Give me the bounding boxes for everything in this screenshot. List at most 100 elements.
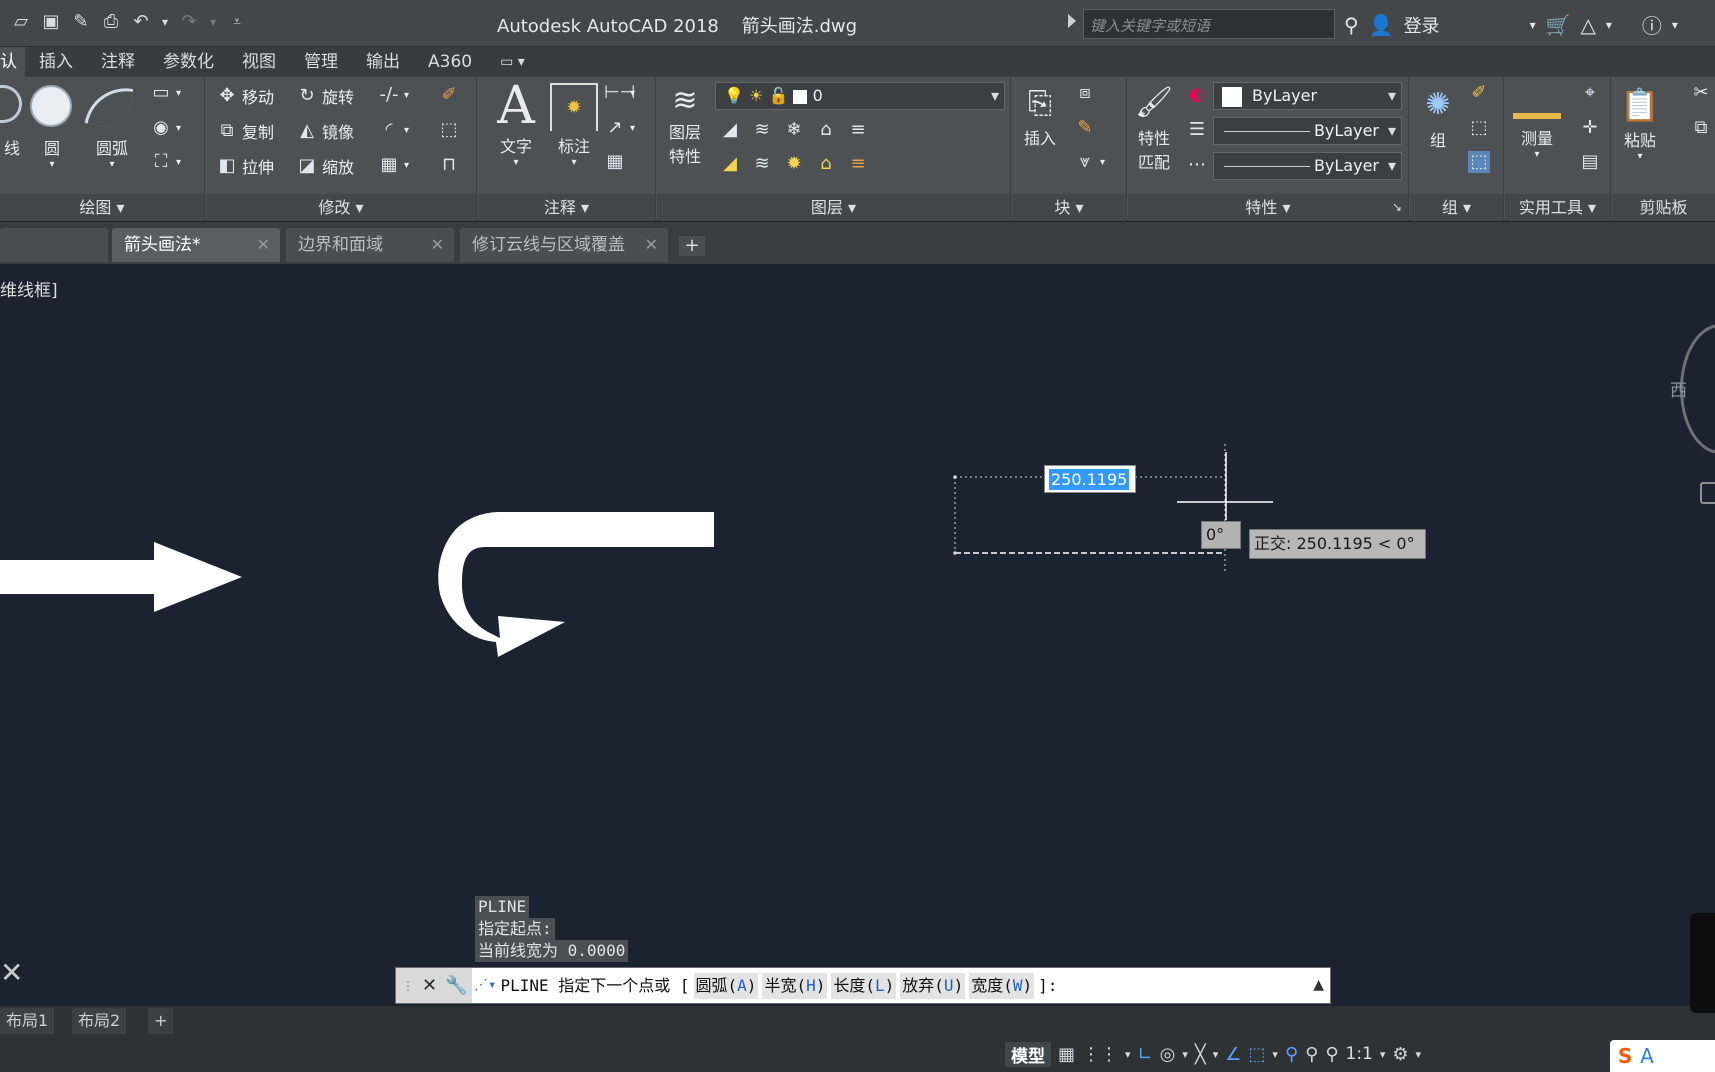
file-tab-revcloud[interactable]: 修订云线与区域覆盖 ✕ <box>460 228 668 262</box>
snap-icon[interactable]: ⋮⋮ <box>1082 1044 1118 1065</box>
wcs-icon[interactable] <box>1700 482 1715 504</box>
text-tool[interactable]: A 文字 ▾ <box>492 79 540 168</box>
layout-tab-2[interactable]: 布局2 <box>72 1008 127 1034</box>
workspace-dropdown-icon[interactable]: ▾ <box>1416 1048 1422 1061</box>
dimension-tool[interactable]: ✹ 标注 ▾ <box>550 83 598 168</box>
layer-state-icon[interactable]: ≡ <box>847 119 869 141</box>
tab-annotate[interactable]: 注释 <box>87 47 149 77</box>
explode-button[interactable]: ⬚ <box>438 119 460 141</box>
layer-off-icon[interactable]: ◢ <box>719 119 741 141</box>
command-line[interactable]: ⋮ ✕ 🔧 ⋰▾ PLINE 指定下一个点或 [ 圆弧(A) 半宽(H) 长度(… <box>395 967 1331 1004</box>
text-dropdown-icon[interactable]: ▾ <box>492 157 540 168</box>
group-edit-button[interactable]: ⬚ <box>1468 117 1490 139</box>
layers-panel-title[interactable]: 图层 ▾ <box>657 194 1010 221</box>
model-space-button[interactable]: 模型 <box>1005 1041 1051 1067</box>
paste-tool[interactable]: 📋 粘贴 ▾ <box>1618 83 1662 162</box>
close-command-icon[interactable]: ✕ <box>422 975 437 996</box>
group-panel-title[interactable]: 组 ▾ <box>1410 194 1503 221</box>
help-dropdown-icon[interactable]: ▾ <box>1672 18 1678 32</box>
polyline-tool[interactable]: 线 <box>0 85 24 159</box>
clipboard-panel-title[interactable]: 剪贴板 <box>1612 194 1715 221</box>
isodraft-dropdown-icon[interactable]: ▾ <box>1213 1048 1219 1061</box>
id-point-button[interactable]: ⌖ <box>1579 82 1601 104</box>
measure-dropdown-icon[interactable]: ▾ <box>1513 149 1561 160</box>
redo-icon[interactable]: ↷ <box>178 10 200 34</box>
layer-unlock-icon[interactable]: ⌂ <box>815 153 837 175</box>
erase-button[interactable]: ✐ <box>438 84 460 106</box>
annotation-visibility-icon[interactable]: ⚲ <box>1285 1044 1298 1065</box>
arc-dropdown-icon[interactable]: ▾ <box>88 159 136 170</box>
lineweight-dropdown[interactable]: ByLayer <box>1213 152 1402 180</box>
calculator-button[interactable]: ▤ <box>1579 151 1601 173</box>
file-tab-arrow-drawing[interactable]: 箭头画法* ✕ <box>112 228 280 262</box>
search-expand-icon[interactable] <box>1068 14 1076 28</box>
binoculars-icon[interactable]: ⚲ <box>1344 13 1359 37</box>
help-icon[interactable]: ⓘ <box>1642 10 1662 39</box>
offset-button[interactable]: ⊓ <box>438 154 460 176</box>
tab-parametric[interactable]: 参数化 <box>149 47 228 77</box>
linetype-dropdown[interactable]: ByLayer <box>1213 117 1402 145</box>
layer-dropdown[interactable]: 💡 ☀ 🔓 0 <box>715 82 1005 110</box>
annotation-panel-title[interactable]: 注释 ▾ <box>478 194 655 221</box>
save-as-icon[interactable]: ✎ <box>70 10 92 34</box>
workspace-gear-icon[interactable]: ⚙ <box>1392 1044 1408 1065</box>
layer-lock-icon[interactable]: ⌂ <box>815 119 837 141</box>
rectangle-tool[interactable]: ▭ ▾ <box>150 82 181 104</box>
redo-dropdown-icon[interactable]: ▾ <box>208 10 218 34</box>
mirror-button[interactable]: ◭ 镜像 <box>296 119 354 143</box>
circle-tool[interactable]: 圆 ▾ <box>30 85 74 170</box>
drawing-canvas[interactable]: 维线框] 250.1195 0° 正交: 250.1195 < 0° 西 PLI… <box>0 264 1715 1006</box>
insert-tool[interactable]: ⎘ 插入 <box>1018 85 1062 149</box>
draw-panel-title[interactable]: 绘图 ▾ <box>0 194 204 221</box>
new-tab-button[interactable]: + <box>679 236 705 256</box>
tab-start[interactable] <box>0 228 108 262</box>
edit-block-button[interactable]: ✎ <box>1074 117 1096 139</box>
rotate-button[interactable]: ↻ 旋转 <box>296 84 354 108</box>
tab-extra-icon[interactable]: ▭ ▾ <box>486 47 539 77</box>
a360-icon[interactable]: △ <box>1581 13 1596 37</box>
scale-button[interactable]: ◪ 缩放 <box>296 154 354 178</box>
color-dropdown[interactable]: ByLayer <box>1213 82 1402 110</box>
stretch-button[interactable]: ◧ 拉伸 <box>216 154 274 178</box>
undo-icon[interactable]: ↶ <box>130 10 152 34</box>
utilities-panel-title[interactable]: 实用工具 ▾ <box>1505 194 1610 221</box>
lineweight-icon[interactable]: ☰ <box>1186 119 1208 141</box>
command-history-toggle-icon[interactable]: ▲ <box>1313 968 1324 1003</box>
create-block-button[interactable]: ⧈ <box>1074 82 1096 104</box>
block-panel-title[interactable]: 块 ▾ <box>1012 194 1126 221</box>
ime-indicator[interactable]: S A <box>1610 1040 1715 1072</box>
hatch-tool[interactable]: ◉ ▾ <box>150 117 181 139</box>
object-snap-icon[interactable]: ⬚ <box>1248 1044 1265 1065</box>
linear-dim-button[interactable]: ⊢⊣ ▾ <box>604 82 635 104</box>
boundary-tool[interactable]: ⛶ ▾ <box>150 151 181 173</box>
tab-insert[interactable]: 插入 <box>25 47 87 77</box>
tab-a360[interactable]: A360 <box>414 47 486 77</box>
move-button[interactable]: ✥ 移动 <box>216 84 274 108</box>
dimension-dropdown-icon[interactable]: ▾ <box>550 157 598 168</box>
save-icon[interactable]: ▣ <box>40 10 62 34</box>
customize-qat-icon[interactable]: ⩡ <box>226 10 248 34</box>
search-input[interactable]: 键入关键字或短语 <box>1083 9 1335 39</box>
file-tab-boundary[interactable]: 边界和面域 ✕ <box>286 228 454 262</box>
tab-view[interactable]: 视图 <box>228 47 290 77</box>
polar-dropdown-icon[interactable]: ▾ <box>1182 1048 1188 1061</box>
option-length[interactable]: 长度(L) <box>831 972 897 999</box>
layer-properties-tool[interactable]: ≋ 图层 特性 <box>663 83 707 167</box>
isodraft-icon[interactable]: ╳ <box>1195 1044 1206 1065</box>
tab-default[interactable]: 认 <box>0 47 25 77</box>
option-arc[interactable]: 圆弧(A) <box>693 972 759 999</box>
layer-isolate-icon[interactable]: ≋ <box>751 119 773 141</box>
ortho-icon[interactable]: ∟ <box>1138 1044 1153 1065</box>
grid-icon[interactable]: ▦ <box>1058 1044 1075 1065</box>
properties-launcher-icon[interactable]: ↘ <box>1392 194 1402 221</box>
point-button[interactable]: ✛ <box>1579 117 1601 139</box>
layout-tab-1[interactable]: 布局1 <box>0 1008 55 1034</box>
print-icon[interactable]: ⎙ <box>100 10 122 34</box>
table-button[interactable]: ▦ <box>604 151 626 173</box>
annotation-scale-icon[interactable]: ⚲ <box>1325 1044 1338 1065</box>
undo-dropdown-icon[interactable]: ▾ <box>160 10 170 34</box>
group-tool[interactable]: ✺ 组 <box>1416 83 1460 151</box>
ungroup-button[interactable]: ✐ <box>1468 82 1490 104</box>
layer-thaw-icon[interactable]: ✹ <box>783 153 805 175</box>
fillet-button[interactable]: ◜ ▾ <box>378 119 410 141</box>
